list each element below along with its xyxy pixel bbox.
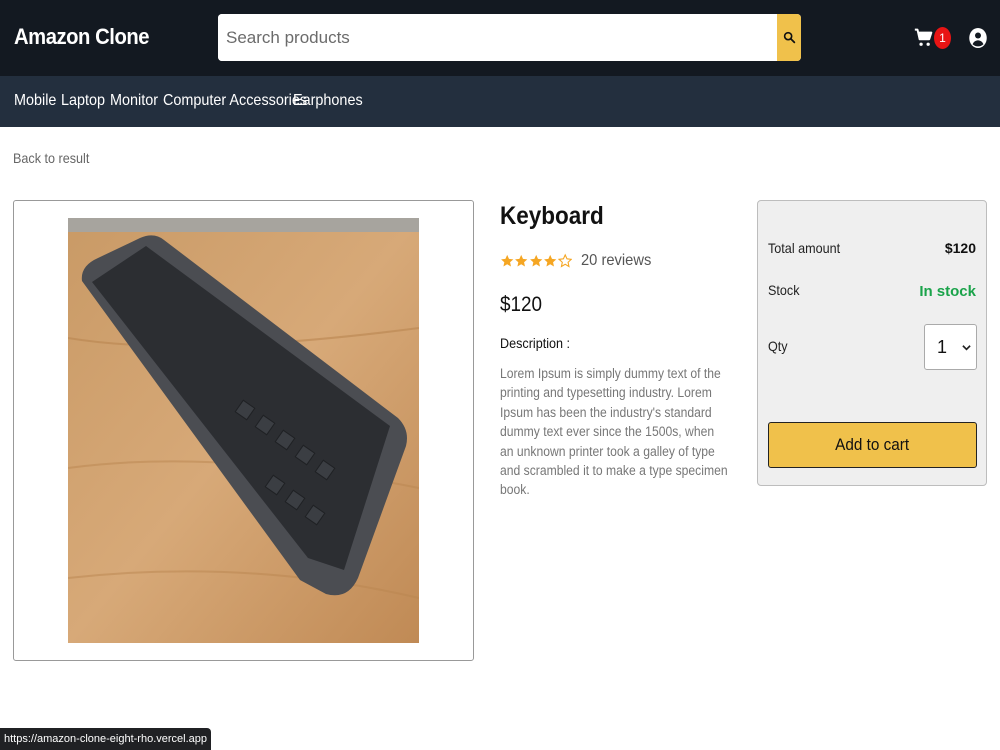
- star-full-icon: [544, 254, 557, 267]
- search-icon: [783, 31, 795, 44]
- chevron-down-icon: [962, 345, 971, 351]
- description-label: Description :: [500, 335, 571, 351]
- stock-label: Stock: [768, 282, 800, 298]
- cart-icon: [914, 28, 933, 46]
- cart-count-badge: 1: [934, 27, 951, 49]
- star-full-icon: [529, 254, 543, 267]
- search-bar: [218, 14, 801, 61]
- category-earphones[interactable]: Earphones: [293, 92, 363, 110]
- stock-status: In stock: [919, 283, 976, 300]
- category-computer-accessories[interactable]: Computer Accessories: [163, 92, 307, 110]
- add-to-cart-button[interactable]: Add to cart: [768, 422, 977, 468]
- review-count[interactable]: 20 reviews: [581, 252, 651, 270]
- qty-select[interactable]: 1: [924, 324, 977, 370]
- site-logo[interactable]: Amazon Clone: [14, 24, 150, 50]
- user-account-icon[interactable]: [968, 27, 988, 49]
- category-monitor[interactable]: Monitor: [110, 92, 158, 110]
- star-full-icon: [515, 254, 528, 267]
- status-bar-url: https://amazon-clone-eight-rho.vercel.ap…: [0, 728, 211, 750]
- back-to-result-link[interactable]: Back to result: [13, 150, 89, 166]
- total-amount-value: $120: [944, 240, 976, 256]
- star-full-icon: [501, 254, 514, 267]
- product-image: [68, 218, 419, 643]
- add-to-cart-label: Add to cart: [835, 435, 910, 454]
- search-input[interactable]: [218, 14, 777, 61]
- category-mobile[interactable]: Mobile: [14, 92, 56, 110]
- rating-stars: [500, 252, 572, 270]
- purchase-panel: Total amount $120 Stock In stock Qty 1 A…: [757, 200, 987, 486]
- cart-button[interactable]: 1: [914, 27, 954, 51]
- total-amount-label: Total amount: [768, 240, 841, 256]
- search-button[interactable]: [777, 14, 801, 61]
- product-title: Keyboard: [500, 202, 604, 230]
- star-empty-icon: [557, 253, 572, 268]
- product-image-container: [13, 200, 474, 661]
- top-header: Amazon Clone 1: [0, 0, 1000, 76]
- qty-value: 1: [937, 336, 948, 357]
- qty-label: Qty: [768, 338, 788, 354]
- category-nav: Mobile Laptop Monitor Computer Accessori…: [0, 76, 1000, 127]
- product-description: Lorem Ipsum is simply dummy text of the …: [500, 366, 728, 498]
- product-price: $120: [500, 293, 543, 316]
- category-laptop[interactable]: Laptop: [61, 92, 105, 110]
